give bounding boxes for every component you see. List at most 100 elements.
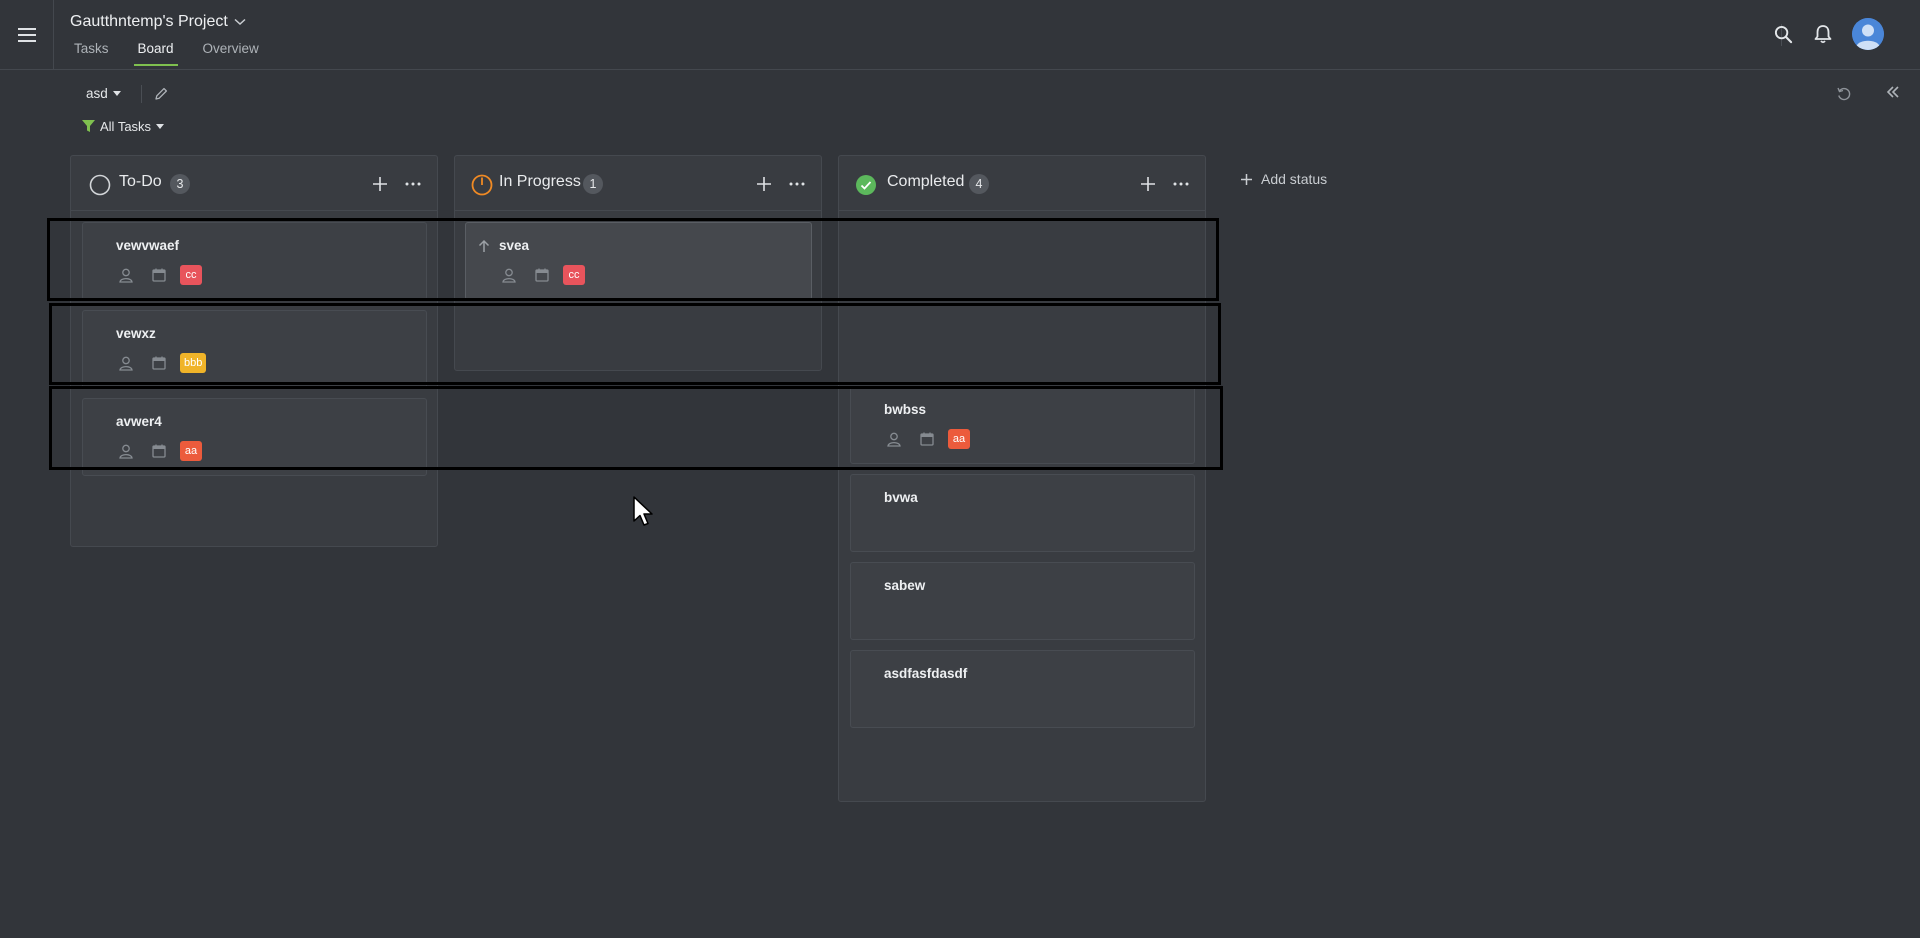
chevron-down-icon (234, 18, 246, 26)
task-card[interactable]: vewvwaef cc (82, 222, 427, 300)
menu-button[interactable] (0, 0, 54, 70)
top-header: Gautthntemp's Project Tasks Board Overvi… (0, 0, 1920, 70)
assignee-button[interactable] (884, 430, 903, 449)
assignee-button[interactable] (116, 266, 135, 285)
task-meta: aa (116, 441, 202, 461)
add-task-icon[interactable] (370, 174, 390, 194)
assignee-button[interactable] (116, 442, 135, 461)
user-avatar-icon (1852, 18, 1884, 50)
refresh-button[interactable] (1836, 86, 1854, 104)
search-button[interactable] (1772, 23, 1794, 45)
task-meta: bbb (116, 353, 207, 373)
column-completed: Completed 4 bwbss aa bvwa sabew asdfasfd… (838, 155, 1206, 802)
task-card[interactable]: asdfasfdasdf (850, 650, 1195, 728)
calendar-icon (534, 268, 549, 282)
due-date-button[interactable] (149, 354, 168, 373)
project-selector[interactable]: Gautthntemp's Project (70, 13, 246, 31)
task-card[interactable]: bwbss aa (850, 386, 1195, 464)
task-title: sabew (884, 578, 926, 593)
add-status-label: Add status (1261, 171, 1328, 187)
search-icon (1774, 25, 1792, 43)
task-card[interactable]: sabew (850, 562, 1195, 640)
refresh-icon (1837, 87, 1851, 101)
progress-circle-icon (471, 174, 493, 196)
column-title: In Progress (499, 173, 581, 190)
header-actions (1772, 18, 1884, 50)
column-header: In Progress 1 (455, 156, 821, 211)
user-icon (886, 432, 901, 447)
assignee-button[interactable] (116, 354, 135, 373)
nav-tabs: Tasks Board Overview (74, 41, 288, 69)
task-tag[interactable]: bbb (180, 353, 207, 373)
view-name: asd (86, 86, 108, 101)
task-meta: aa (884, 429, 970, 449)
column-count: 3 (170, 174, 190, 194)
collapse-panel-button[interactable] (1885, 84, 1903, 102)
bell-icon (1814, 25, 1832, 44)
task-title: asdfasfdasdf (884, 666, 968, 681)
task-title: bwbss (884, 402, 927, 417)
task-card[interactable]: vewxz bbb (82, 310, 427, 388)
more-options-icon[interactable] (402, 174, 424, 194)
task-meta: cc (116, 265, 202, 285)
collapse-panel-icon (1886, 86, 1899, 98)
due-date-button[interactable] (532, 266, 551, 285)
task-meta: cc (499, 265, 585, 285)
check-circle-icon (856, 175, 876, 195)
calendar-icon (151, 268, 166, 282)
more-options-icon[interactable] (786, 174, 808, 194)
assignee-button[interactable] (499, 266, 518, 285)
plus-icon (1241, 173, 1252, 185)
caret-down-icon (156, 124, 165, 129)
add-task-icon[interactable] (1138, 174, 1158, 194)
task-title: avwer4 (116, 414, 162, 429)
task-tag[interactable]: cc (563, 265, 585, 285)
task-tag[interactable]: cc (180, 265, 202, 285)
calendar-icon (151, 444, 166, 458)
task-title: vewxz (116, 326, 156, 341)
toolbar-divider (141, 85, 142, 103)
notifications-button[interactable] (1812, 23, 1834, 45)
edit-view-button[interactable] (153, 86, 171, 104)
task-tag[interactable]: aa (948, 429, 970, 449)
user-icon (118, 268, 133, 283)
mouse-cursor-icon (633, 496, 653, 526)
due-date-button[interactable] (149, 266, 168, 285)
task-title: vewvwaef (116, 238, 180, 253)
due-date-button[interactable] (149, 442, 168, 461)
due-date-button[interactable] (917, 430, 936, 449)
filter-icon (82, 120, 95, 132)
project-title: Gautthntemp's Project (70, 13, 228, 30)
add-status-button[interactable]: Add status (1240, 171, 1327, 187)
task-card[interactable]: svea cc (465, 222, 812, 300)
calendar-icon (151, 356, 166, 370)
column-title: To-Do (119, 173, 162, 190)
filter-selector[interactable]: All Tasks (82, 119, 165, 134)
task-title: svea (499, 238, 530, 253)
tab-overview[interactable]: Overview (203, 41, 259, 69)
column-count: 4 (969, 174, 989, 194)
edit-icon (155, 87, 168, 100)
column-title: Completed (887, 173, 965, 190)
column-header: Completed 4 (839, 156, 1205, 211)
column-in-progress: In Progress 1 svea cc (454, 155, 822, 371)
task-card[interactable]: bvwa (850, 474, 1195, 552)
user-icon (501, 268, 516, 283)
user-icon (118, 444, 133, 459)
calendar-icon (919, 432, 934, 446)
user-avatar[interactable] (1852, 18, 1884, 50)
view-selector[interactable]: asd (86, 86, 121, 101)
more-options-icon[interactable] (1170, 174, 1192, 194)
column-header: To-Do 3 (71, 156, 437, 211)
arrow-up-icon (478, 239, 490, 252)
empty-circle-icon (89, 174, 111, 196)
tab-board[interactable]: Board (133, 41, 178, 69)
filter-label: All Tasks (100, 119, 152, 134)
menu-icon (17, 28, 36, 42)
column-todo: To-Do 3 vewvwaef cc vewxz bbb avwer4 aa (70, 155, 438, 547)
column-count: 1 (583, 174, 603, 194)
task-tag[interactable]: aa (180, 441, 202, 461)
add-task-icon[interactable] (754, 174, 774, 194)
task-card[interactable]: avwer4 aa (82, 398, 427, 476)
tab-tasks[interactable]: Tasks (74, 41, 109, 69)
